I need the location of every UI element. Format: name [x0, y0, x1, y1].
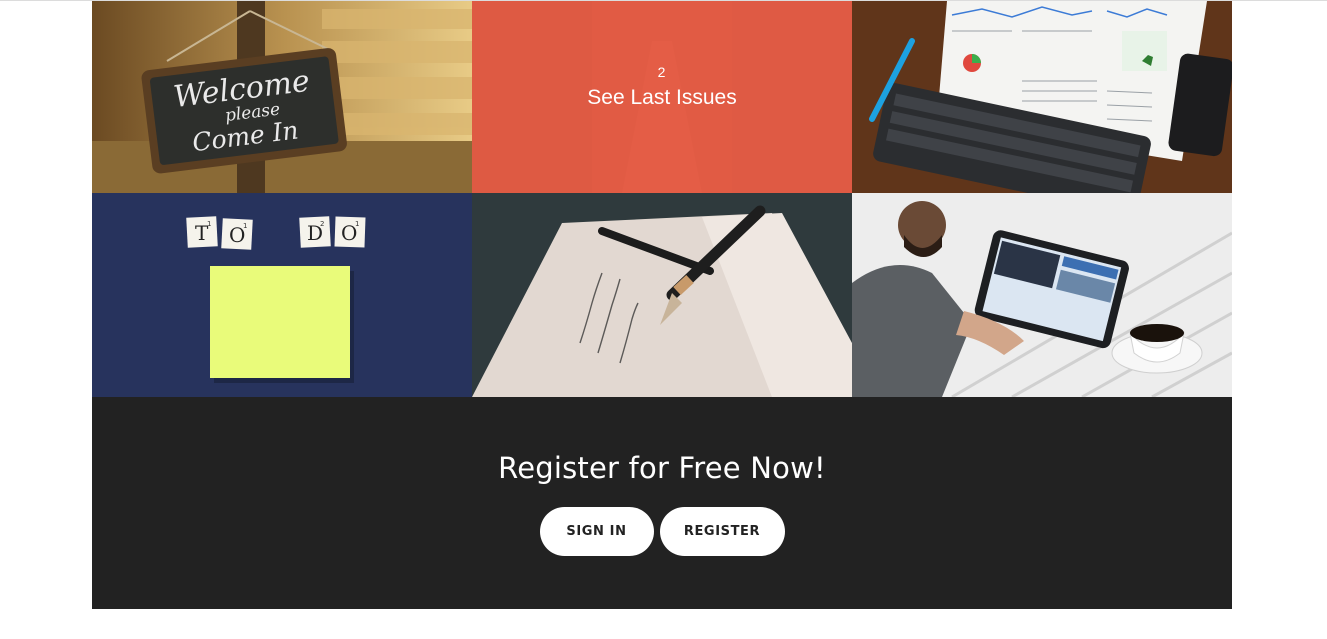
- register-heading: Register for Free Now!: [498, 451, 826, 485]
- tile-score-d: 2: [320, 220, 324, 228]
- page-content: Welcome please Come In 2 See Last Issues: [92, 1, 1232, 609]
- todo-image: T O D O 1 1 2 1: [92, 193, 472, 397]
- image-gallery: Welcome please Come In 2 See Last Issues: [92, 1, 1232, 397]
- gallery-tile-todo[interactable]: T O D O 1 1 2 1: [92, 193, 472, 397]
- tablet-coffee-image: [852, 193, 1232, 397]
- register-button[interactable]: REGISTER: [659, 507, 785, 556]
- auth-buttons: SIGN IN REGISTER: [539, 507, 785, 556]
- gallery-tile-analytics[interactable]: [852, 1, 1232, 193]
- gallery-tile-welcome[interactable]: Welcome please Come In: [92, 1, 472, 193]
- issues-count: 2: [657, 64, 667, 80]
- pen-notebook-image: [472, 193, 852, 397]
- tile-score-o2: 1: [355, 220, 359, 228]
- register-banner: Register for Free Now! SIGN IN REGISTER: [92, 397, 1232, 609]
- gallery-tile-tablet[interactable]: [852, 193, 1232, 397]
- sign-in-button[interactable]: SIGN IN: [539, 507, 654, 556]
- analytics-desk-image: [852, 1, 1232, 193]
- gallery-tile-last-issues[interactable]: 2 See Last Issues: [472, 1, 852, 193]
- gallery-tile-pen[interactable]: [472, 193, 852, 397]
- welcome-sign-image: Welcome please Come In: [92, 1, 472, 193]
- last-issues-overlay: 2 See Last Issues: [472, 1, 852, 193]
- tile-score-o1: 1: [243, 222, 247, 230]
- tile-score-t: 1: [207, 220, 211, 228]
- see-last-issues-link[interactable]: See Last Issues: [587, 86, 736, 110]
